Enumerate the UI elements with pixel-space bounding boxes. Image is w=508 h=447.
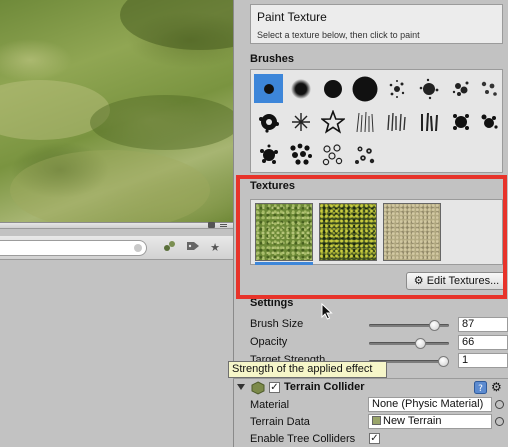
terrain-ridge — [120, 0, 233, 50]
opacity-slider-thumb[interactable] — [414, 338, 426, 349]
brush-hard-large[interactable] — [350, 74, 379, 103]
opacity-field[interactable]: 66 — [458, 335, 508, 350]
collider-enabled-checkbox[interactable]: ✓ — [269, 382, 280, 393]
gear-icon: ⚙ — [413, 275, 424, 287]
terrain-data-value: New Terrain — [383, 415, 442, 427]
brush-dots[interactable] — [286, 140, 315, 169]
brush-palette — [250, 69, 503, 173]
enable-tree-colliders-label: Enable Tree Colliders — [250, 433, 356, 445]
brush-splatter-d[interactable] — [474, 74, 503, 103]
object-picker-icon[interactable] — [495, 400, 504, 409]
svg-text:?: ? — [478, 384, 483, 394]
brush-rough-a[interactable] — [446, 107, 475, 136]
texture-sand[interactable] — [383, 203, 441, 261]
target-strength-field[interactable]: 1 — [458, 353, 508, 368]
brush-hard-medium[interactable] — [318, 74, 347, 103]
scene-view-footer — [0, 222, 233, 229]
brush-splatter-a[interactable] — [382, 74, 411, 103]
brush-leaves-a[interactable] — [318, 140, 347, 169]
edit-textures-label: Edit Textures... — [426, 275, 500, 287]
edit-textures-button[interactable]: ⚙ Edit Textures... — [406, 272, 507, 290]
tool-title: Paint Texture — [257, 10, 327, 24]
brush-size-field[interactable]: 87 — [458, 317, 508, 332]
terrain-data-icon — [372, 416, 381, 425]
foldout-arrow-icon[interactable] — [237, 383, 245, 391]
settings-label: Settings — [250, 297, 294, 309]
terrain-data-field[interactable]: New Terrain — [368, 414, 492, 429]
menu-icon[interactable] — [220, 224, 227, 225]
tooltip: Strength of the applied effect — [228, 361, 387, 378]
enable-tree-colliders-checkbox[interactable]: ✓ — [369, 433, 380, 444]
brushes-label: Brushes — [250, 53, 295, 65]
brush-grass-b[interactable] — [382, 107, 411, 136]
help-icon[interactable]: ? — [474, 381, 487, 394]
opacity-slider[interactable] — [369, 342, 449, 345]
terrain-data-label: Terrain Data — [250, 416, 310, 428]
brush-spark[interactable] — [286, 107, 315, 136]
brush-rough-c[interactable] — [254, 140, 283, 169]
object-picker-icon[interactable] — [495, 417, 504, 426]
terrain-ridge — [10, 150, 210, 222]
material-label: Material — [250, 399, 290, 411]
brush-star[interactable] — [318, 107, 347, 136]
texture-palette — [250, 199, 503, 265]
brush-soft-medium[interactable] — [286, 74, 315, 103]
terrain-collider-title: Terrain Collider — [284, 381, 365, 393]
textures-label: Textures — [250, 180, 296, 192]
project-toolbar: ★ — [0, 236, 233, 260]
brush-splatter-b[interactable] — [414, 74, 443, 103]
brush-blot[interactable] — [254, 107, 283, 136]
opacity-label: Opacity — [250, 336, 288, 348]
collider-component-icon — [251, 381, 265, 395]
gear-icon[interactable]: ⚙ — [491, 380, 502, 394]
brush-leaves-b[interactable] — [350, 140, 379, 169]
project-search-input[interactable] — [0, 240, 147, 256]
scene-view[interactable] — [0, 0, 233, 222]
brush-splatter-c[interactable] — [446, 74, 475, 103]
brush-rough-b[interactable] — [474, 107, 503, 136]
star-icon[interactable]: ★ — [207, 240, 223, 256]
tool-help-text: Select a texture below, then click to pa… — [257, 30, 420, 40]
tool-info-box: Paint Texture Select a texture below, th… — [250, 4, 503, 44]
filter-icon[interactable] — [162, 240, 178, 256]
terrain-ridge — [90, 95, 233, 150]
brush-soft-small[interactable] — [254, 74, 283, 103]
brush-size-label: Brush Size — [250, 318, 304, 330]
brush-size-slider-thumb[interactable] — [429, 320, 441, 331]
target-strength-slider-thumb[interactable] — [438, 356, 449, 367]
lock-icon[interactable] — [208, 222, 215, 228]
texture-moss[interactable] — [319, 203, 377, 261]
cursor-icon — [321, 303, 333, 320]
brush-grass-a[interactable] — [350, 107, 379, 136]
terrain-collider-header[interactable]: ✓ Terrain Collider ? ⚙ — [233, 378, 508, 396]
search-clear-icon[interactable] — [134, 244, 142, 252]
brush-grass-c[interactable] — [414, 107, 443, 136]
material-field[interactable]: None (Physic Material) — [368, 397, 492, 412]
texture-grass[interactable] — [255, 203, 313, 265]
project-panel — [0, 261, 233, 447]
label-icon[interactable] — [185, 240, 201, 256]
